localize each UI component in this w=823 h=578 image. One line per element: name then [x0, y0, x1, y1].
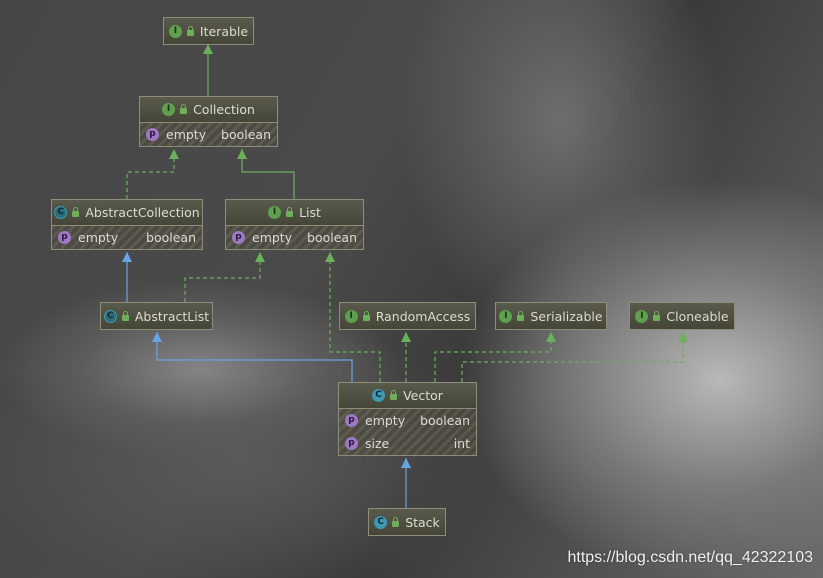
- diagram-canvas: I Iterable I Collection p empty boolean C Abstra…: [0, 0, 823, 578]
- edge-list-to-collection: [241, 149, 295, 199]
- interface-icon: I: [499, 309, 513, 323]
- field-name: empty: [78, 230, 119, 245]
- node-title: Iterable: [199, 23, 249, 39]
- public-lock-icon: [286, 207, 294, 217]
- interface-icon: I: [635, 309, 649, 323]
- node-title: AbstractCollection: [85, 205, 200, 220]
- node-abstractcollection[interactable]: C AbstractCollection p empty boolean: [51, 199, 203, 250]
- edge-abstractlist-to-list: [184, 252, 261, 302]
- node-header: C Stack: [369, 509, 445, 535]
- property-icon: p: [232, 231, 245, 244]
- node-fields: p empty boolean: [226, 226, 363, 249]
- node-header: C AbstractList: [101, 303, 212, 329]
- public-lock-icon: [392, 516, 400, 527]
- node-header: C AbstractCollection: [52, 200, 202, 226]
- edge-arrowhead: [203, 44, 213, 54]
- edge-abstractcollection-to-collection: [126, 149, 175, 199]
- node-title: Collection: [193, 102, 255, 117]
- abstract-class-icon: C: [103, 309, 117, 323]
- field-row[interactable]: p empty boolean: [140, 123, 277, 146]
- class-icon: C: [372, 389, 386, 402]
- public-lock-icon: [362, 310, 370, 321]
- public-lock-icon: [180, 104, 188, 114]
- edge-arrowhead: [152, 332, 162, 342]
- public-lock-icon: [653, 310, 661, 321]
- node-title: Stack: [405, 514, 440, 530]
- node-fields: p empty boolean: [140, 123, 277, 146]
- interface-icon: I: [268, 206, 282, 219]
- edge-arrowhead: [546, 332, 556, 342]
- node-title: AbstractList: [134, 308, 210, 324]
- field-name: empty: [252, 230, 293, 245]
- public-lock-icon: [121, 310, 129, 321]
- node-cloneable[interactable]: I Cloneable: [629, 302, 735, 330]
- edges-layer: [122, 44, 688, 508]
- node-header: I RandomAccess: [340, 303, 475, 329]
- edge-arrowhead: [255, 252, 265, 262]
- field-type: boolean: [420, 413, 470, 428]
- field-name: empty: [166, 127, 207, 142]
- interface-icon: I: [162, 103, 176, 116]
- edge-arrowhead: [169, 149, 179, 159]
- class-icon: C: [374, 515, 388, 529]
- node-serializable[interactable]: I Serializable: [495, 302, 607, 330]
- field-row[interactable]: p empty boolean: [226, 226, 363, 249]
- field-name: size: [365, 436, 390, 451]
- node-iterable[interactable]: I Iterable: [163, 17, 254, 45]
- edge-arrowhead: [122, 252, 132, 262]
- edge-vector-to-abstractlist: [156, 332, 353, 382]
- node-title: Cloneable: [666, 308, 729, 324]
- node-title: Serializable: [530, 308, 603, 324]
- edge-arrowhead: [237, 149, 247, 159]
- property-icon: p: [146, 128, 159, 141]
- field-name: empty: [365, 413, 406, 428]
- edge-arrowhead: [401, 332, 411, 342]
- property-icon: p: [345, 414, 358, 427]
- property-icon: p: [58, 231, 71, 244]
- node-header: I Iterable: [164, 18, 253, 44]
- node-randomaccess[interactable]: I RandomAccess: [339, 302, 476, 330]
- field-row[interactable]: p empty boolean: [339, 409, 476, 432]
- public-lock-icon: [390, 390, 398, 400]
- field-row[interactable]: p empty boolean: [52, 226, 202, 249]
- field-type: boolean: [146, 230, 196, 245]
- node-header: C Vector: [339, 383, 476, 409]
- public-lock-icon: [517, 310, 525, 321]
- node-title: Vector: [403, 388, 443, 403]
- field-type: boolean: [221, 127, 271, 142]
- abstract-class-icon: C: [54, 206, 68, 219]
- property-icon: p: [345, 437, 358, 450]
- node-list[interactable]: I List p empty boolean: [225, 199, 364, 250]
- field-type: int: [453, 436, 470, 451]
- public-lock-icon: [186, 25, 194, 36]
- interface-icon: I: [344, 309, 358, 323]
- node-header: I Cloneable: [630, 303, 734, 329]
- field-type: boolean: [307, 230, 357, 245]
- edge-arrowhead: [678, 332, 688, 342]
- edge-vector-to-cloneable: [461, 332, 684, 382]
- node-header: I List: [226, 200, 363, 226]
- edge-vector-to-serializable: [434, 332, 552, 382]
- node-vector[interactable]: C Vector p empty boolean p size int: [338, 382, 477, 456]
- watermark: https://blog.csdn.net/qq_42322103: [567, 549, 813, 566]
- edge-arrowhead: [401, 458, 411, 468]
- node-header: I Collection: [140, 97, 277, 123]
- node-stack[interactable]: C Stack: [368, 508, 446, 536]
- public-lock-icon: [72, 207, 80, 217]
- node-header: I Serializable: [496, 303, 606, 329]
- field-row[interactable]: p size int: [339, 432, 476, 455]
- interface-icon: I: [168, 24, 182, 38]
- node-title: RandomAccess: [375, 308, 471, 324]
- node-fields: p empty boolean p size int: [339, 409, 476, 455]
- edge-arrowhead: [325, 252, 335, 262]
- node-title: List: [299, 205, 321, 220]
- node-abstractlist[interactable]: C AbstractList: [100, 302, 213, 330]
- node-collection[interactable]: I Collection p empty boolean: [139, 96, 278, 147]
- node-fields: p empty boolean: [52, 226, 202, 249]
